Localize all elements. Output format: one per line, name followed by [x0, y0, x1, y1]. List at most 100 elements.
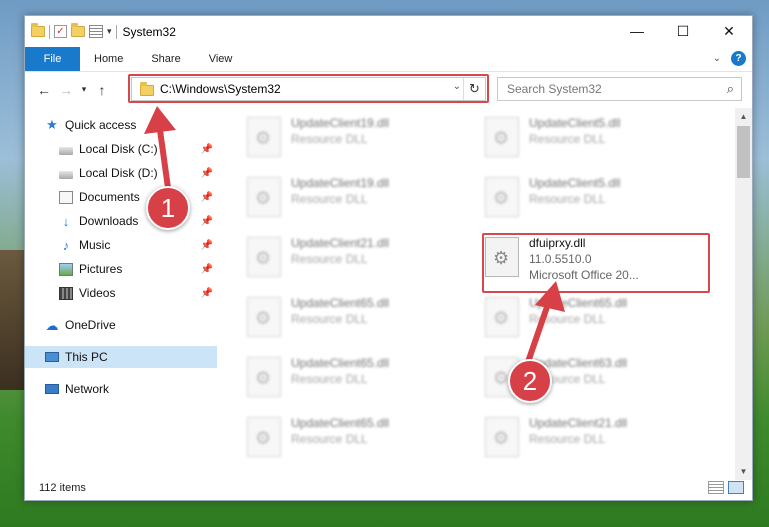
search-box[interactable]: Search System32 ⌕	[497, 77, 742, 101]
pin-icon[interactable]: 📌	[201, 264, 213, 275]
customize-toolbar-dropdown-icon[interactable]: ▾	[107, 26, 112, 37]
pin-icon[interactable]: 📌	[201, 192, 213, 203]
network-icon	[45, 384, 59, 394]
file-name: UpdateClient21.dll	[529, 416, 628, 430]
tab-view[interactable]: View	[195, 47, 247, 71]
dll-file-icon	[485, 177, 519, 217]
minimize-button[interactable]: —	[614, 16, 660, 46]
large-icons-view-icon[interactable]	[728, 481, 744, 494]
separator	[115, 24, 117, 39]
sidebar-item-label: Network	[65, 382, 110, 396]
tab-home[interactable]: Home	[80, 47, 137, 71]
new-folder-icon[interactable]	[71, 23, 85, 37]
sidebar-item-this-pc[interactable]: This PC	[25, 346, 217, 368]
file-name: UpdateClient5.dll	[529, 176, 621, 190]
star-icon: ★	[46, 117, 58, 132]
file-name: UpdateClient65.dll	[291, 356, 390, 370]
file-tile[interactable]: UpdateClient5.dll Resource DLL	[485, 173, 710, 225]
navigation-pane: ★ Quick access Local Disk (C:) 📌 Local D…	[25, 114, 217, 474]
up-arrow-icon[interactable]: ↑	[91, 82, 113, 98]
file-tile[interactable]: UpdateClient21.dll Resource DLL	[485, 413, 710, 465]
sidebar-item-label: Downloads	[79, 214, 139, 228]
file-name: UpdateClient5.dll	[529, 116, 621, 130]
sidebar-item-label: Videos	[79, 286, 116, 300]
file-tile[interactable]: UpdateClient19.dll Resource DLL	[247, 113, 472, 165]
sidebar-item-local-disk-d[interactable]: Local Disk (D:) 📌	[25, 162, 217, 184]
scrollbar-thumb[interactable]	[737, 126, 750, 178]
help-icon[interactable]: ?	[731, 51, 746, 66]
dll-file-icon	[485, 297, 519, 337]
title-bar: ✓ ▾ System32 — ☐ ✕	[25, 16, 752, 47]
sidebar-item-pictures[interactable]: Pictures 📌	[25, 258, 217, 280]
sidebar-item-local-disk-c[interactable]: Local Disk (C:) 📌	[25, 138, 217, 160]
recent-locations-dropdown-icon[interactable]: ▾	[77, 84, 91, 95]
documents-icon	[59, 190, 73, 204]
file-tile[interactable]: UpdateClient65.dll Resource DLL	[485, 293, 710, 345]
pin-icon[interactable]: 📌	[201, 288, 213, 299]
file-tile[interactable]: UpdateClient65.dll Resource DLL	[247, 293, 472, 345]
tab-share[interactable]: Share	[137, 47, 194, 71]
file-tile[interactable]: UpdateClient65.dll Resource DLL	[247, 413, 472, 465]
pin-icon[interactable]: 📌	[201, 168, 213, 179]
pictures-icon	[59, 262, 73, 276]
window-title: System32	[122, 24, 176, 39]
details-view-icon[interactable]	[708, 481, 724, 494]
dll-file-icon	[247, 357, 281, 397]
sidebar-item-label: Local Disk (D:)	[79, 166, 158, 180]
quick-access-toolbar: ✓ ▾	[25, 23, 117, 39]
sidebar-item-music[interactable]: ♪ Music 📌	[25, 234, 217, 256]
videos-icon	[59, 286, 73, 300]
properties-icon[interactable]	[89, 25, 103, 38]
ribbon-right: ⌄ ?	[713, 51, 746, 66]
pin-icon[interactable]: 📌	[201, 240, 213, 251]
pin-icon[interactable]: 📌	[201, 216, 213, 227]
file-name: UpdateClient65.dll	[291, 296, 390, 310]
vertical-scrollbar[interactable]: ▲ ▼	[735, 108, 752, 480]
close-button[interactable]: ✕	[706, 16, 752, 46]
file-tile[interactable]: UpdateClient21.dll Resource DLL	[247, 233, 472, 285]
sidebar-item-label: OneDrive	[65, 318, 116, 332]
file-description: Resource DLL	[291, 432, 368, 446]
ribbon-tabs: File Home Share View ⌄ ?	[25, 47, 752, 72]
sidebar-item-network[interactable]: Network	[25, 378, 217, 400]
file-description: Resource DLL	[291, 372, 368, 386]
expand-ribbon-icon[interactable]: ⌄	[713, 53, 721, 64]
file-description: Resource DLL	[529, 132, 606, 146]
file-tile[interactable]: UpdateClient19.dll Resource DLL	[247, 173, 472, 225]
sidebar-item-videos[interactable]: Videos 📌	[25, 282, 217, 304]
dll-file-icon	[247, 237, 281, 277]
address-highlight-box	[128, 74, 489, 103]
pin-icon[interactable]: 📌	[201, 144, 213, 155]
file-explorer-window: ✓ ▾ System32 — ☐ ✕ File Home Share View …	[24, 15, 753, 501]
forward-arrow-icon[interactable]: →	[55, 82, 77, 98]
view-switcher	[708, 481, 744, 494]
dll-file-icon	[247, 417, 281, 457]
maximize-button[interactable]: ☐	[660, 16, 706, 46]
window-controls: — ☐ ✕	[614, 16, 752, 46]
search-icon[interactable]: ⌕	[727, 81, 734, 97]
file-description: Resource DLL	[291, 312, 368, 326]
search-input[interactable]: Search System32	[507, 82, 602, 96]
sidebar-item-label: Quick access	[65, 118, 137, 132]
tab-file[interactable]: File	[25, 47, 80, 71]
sidebar-item-label: Music	[79, 238, 111, 252]
file-description: Resource DLL	[291, 192, 368, 206]
dll-file-icon	[247, 297, 281, 337]
file-highlight-box	[482, 233, 710, 293]
dll-file-icon	[247, 117, 281, 157]
properties-check-icon[interactable]: ✓	[54, 25, 67, 38]
file-name: UpdateClient65.dll	[529, 296, 628, 310]
sidebar-item-quick-access[interactable]: ★ Quick access	[25, 114, 217, 136]
file-description: Resource DLL	[291, 132, 368, 146]
file-tile[interactable]: UpdateClient65.dll Resource DLL	[247, 353, 472, 405]
file-description: Resource DLL	[529, 432, 606, 446]
file-description: Resource DLL	[291, 252, 368, 266]
downloads-icon: ↓	[62, 213, 70, 229]
folder-icon	[31, 23, 45, 37]
scroll-up-icon[interactable]: ▲	[735, 108, 752, 125]
dll-file-icon	[485, 417, 519, 457]
file-tile[interactable]: UpdateClient5.dll Resource DLL	[485, 113, 710, 165]
back-arrow-icon[interactable]: ←	[33, 82, 55, 98]
sidebar-item-onedrive[interactable]: ☁ OneDrive	[25, 314, 217, 336]
this-pc-icon	[45, 352, 59, 362]
